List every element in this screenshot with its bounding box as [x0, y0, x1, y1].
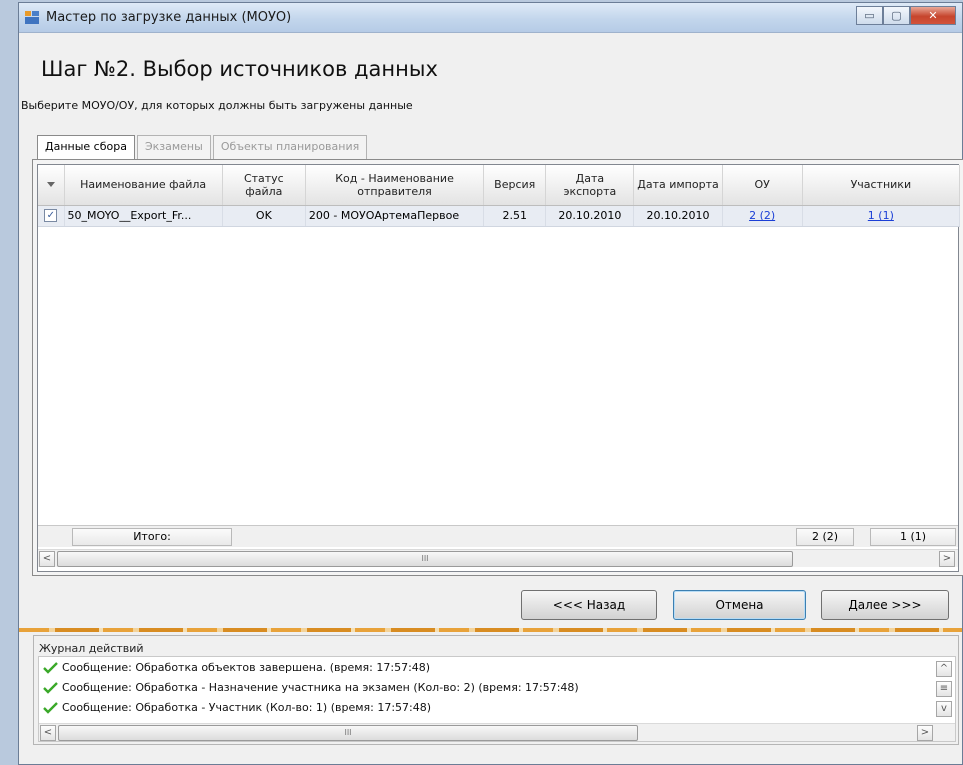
log-scroll-down-button[interactable]: v	[936, 701, 952, 717]
column-header-file-status[interactable]: Статус файла	[222, 165, 306, 206]
log-scroll-thumb-horizontal[interactable]: III	[58, 725, 638, 741]
back-button[interactable]: <<< Назад	[521, 590, 657, 620]
log-vertical-scrollbar[interactable]: ^ ≡ v	[935, 661, 953, 725]
sender-cell: 200 - МОУОАртемаПервое	[305, 205, 485, 227]
log-horizontal-scrollbar[interactable]: < III >	[39, 723, 955, 741]
checkmark-icon	[43, 702, 58, 714]
tab-strip: Данные сбора Экзамены Объекты планирован…	[37, 135, 369, 160]
tab-panel: Наименование файла Статус файла Код - На…	[32, 159, 963, 576]
scroll-left-button[interactable]: <	[39, 551, 55, 567]
column-header-sender[interactable]: Код - Наименование отправителя	[305, 165, 485, 206]
version-cell: 2.51	[483, 205, 547, 227]
log-message-text: Сообщение: Обработка - Участник (Кол-во:…	[62, 701, 432, 714]
row-checkbox[interactable]: ✓	[44, 209, 58, 223]
log-scroll-right-button[interactable]: >	[917, 725, 933, 741]
table-row[interactable]: ✓ 50_MOYO__Export_Fr... OK 200 - МОУОАрт…	[38, 205, 961, 227]
select-column-header[interactable]	[38, 165, 65, 206]
column-header-version[interactable]: Версия	[483, 165, 547, 206]
ou-cell: 2 (2)	[722, 205, 803, 227]
action-log-list: Сообщение: Обработка объектов завершена.…	[38, 656, 956, 742]
participants-cell: 1 (1)	[802, 205, 961, 227]
tab-collection-data[interactable]: Данные сбора	[37, 135, 135, 160]
log-scroll-thumb[interactable]: ≡	[936, 681, 952, 697]
scroll-right-button[interactable]: >	[939, 551, 955, 567]
table-header-row: Наименование файла Статус файла Код - На…	[38, 165, 961, 206]
data-grid: Наименование файла Статус файла Код - На…	[37, 164, 961, 572]
wizard-window: Мастер по загрузке данных (МОУО) ▭ ▢ ✕ Ш…	[18, 2, 963, 765]
file-status-cell: OK	[222, 205, 306, 227]
app-icon	[25, 11, 39, 24]
summary-ou-total: 2 (2)	[796, 528, 854, 546]
summary-participants-total: 1 (1)	[870, 528, 956, 546]
grid-summary-row: Итого: 2 (2) 1 (1)	[38, 525, 958, 547]
column-header-file-name[interactable]: Наименование файла	[64, 165, 223, 206]
chevron-down-icon	[46, 182, 55, 188]
tab-exams[interactable]: Экзамены	[136, 135, 211, 159]
title-bar[interactable]: Мастер по загрузке данных (МОУО) ▭ ▢ ✕	[19, 3, 962, 33]
import-date-cell: 20.10.2010	[633, 205, 723, 227]
maximize-button[interactable]: ▢	[883, 6, 910, 25]
cancel-button[interactable]: Отмена	[673, 590, 806, 620]
page-subtitle: Выберите МОУО/ОУ, для которых должны быт…	[21, 99, 413, 112]
log-message-text: Сообщение: Обработка объектов завершена.…	[62, 661, 431, 674]
action-log-title: Журнал действий	[39, 642, 144, 655]
scroll-thumb[interactable]: III	[57, 551, 793, 567]
ou-link[interactable]: 2 (2)	[749, 209, 775, 222]
column-header-import-date[interactable]: Дата импорта	[633, 165, 723, 206]
log-message: Сообщение: Обработка - Назначение участн…	[43, 681, 579, 694]
minimize-button[interactable]: ▭	[856, 6, 883, 25]
next-button[interactable]: Далее >>>	[821, 590, 949, 620]
log-message: Сообщение: Обработка - Участник (Кол-во:…	[43, 701, 431, 714]
summary-label: Итого:	[72, 528, 232, 546]
log-scroll-left-button[interactable]: <	[40, 725, 56, 741]
grid-horizontal-scrollbar[interactable]: < III >	[38, 549, 958, 567]
column-header-ou[interactable]: ОУ	[722, 165, 803, 206]
log-message: Сообщение: Обработка объектов завершена.…	[43, 661, 430, 674]
row-select-cell[interactable]: ✓	[38, 205, 65, 227]
column-header-participants[interactable]: Участники	[802, 165, 961, 206]
tab-planning-objects[interactable]: Объекты планирования	[212, 135, 368, 159]
page-title: Шаг №2. Выбор источников данных	[41, 57, 438, 81]
column-header-export-date[interactable]: Дата экспорта	[545, 165, 635, 206]
participants-link[interactable]: 1 (1)	[868, 209, 894, 222]
file-name-cell: 50_MOYO__Export_Fr...	[64, 205, 223, 227]
log-scroll-up-button[interactable]: ^	[936, 661, 952, 677]
action-log-group: Сообщение: Обработка объектов завершена.…	[33, 635, 959, 745]
checkmark-icon	[43, 682, 58, 694]
close-button[interactable]: ✕	[910, 6, 956, 25]
splitter[interactable]	[19, 628, 962, 632]
files-table: Наименование файла Статус файла Код - На…	[38, 165, 961, 227]
window-title: Мастер по загрузке данных (МОУО)	[46, 10, 292, 25]
checkmark-icon	[43, 662, 58, 674]
export-date-cell: 20.10.2010	[545, 205, 635, 227]
log-message-text: Сообщение: Обработка - Назначение участн…	[62, 681, 579, 694]
